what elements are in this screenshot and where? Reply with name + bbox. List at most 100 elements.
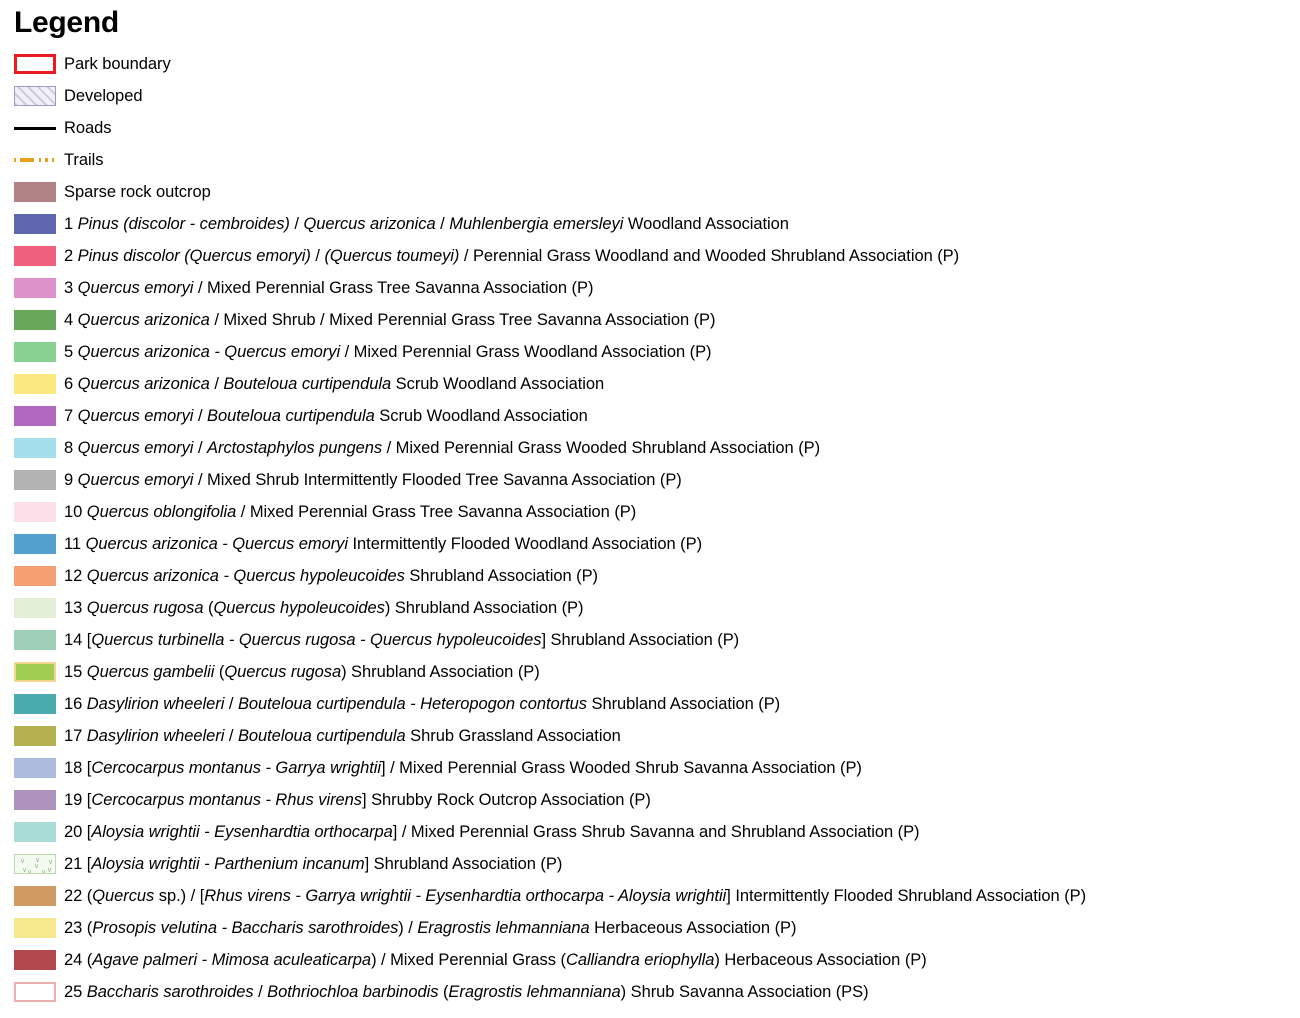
park-boundary-swatch	[14, 54, 56, 74]
legend-entry[interactable]: 22 (Quercus sp.) / [Rhus virens - Garrya…	[0, 880, 1300, 912]
legend-entry-label: Sparse rock outcrop	[64, 183, 211, 201]
developed-swatch	[14, 86, 56, 106]
legend-entry[interactable]: 20 [Aloysia wrightii - Eysenhardtia orth…	[0, 816, 1300, 848]
legend-swatch-cell	[14, 592, 56, 624]
veg-class-12-swatch	[14, 566, 56, 586]
legend-swatch-cell	[14, 496, 56, 528]
legend-swatch-cell	[14, 688, 56, 720]
veg-class-14-swatch	[14, 630, 56, 650]
veg-class-15-swatch	[14, 662, 56, 682]
legend-swatch-cell	[14, 368, 56, 400]
legend-panel: Legend Park boundary Developed Roads Trails…	[0, 0, 1300, 1008]
legend-swatch-cell	[14, 880, 56, 912]
trails-line-swatch	[14, 150, 56, 170]
legend-entry-label: 12 Quercus arizonica - Quercus hypoleuco…	[64, 567, 598, 585]
legend-swatch-cell	[14, 176, 56, 208]
legend-entry-label: 23 (Prosopis velutina - Baccharis saroth…	[64, 919, 797, 937]
legend-swatch-cell	[14, 528, 56, 560]
legend-entry-label: Roads	[64, 119, 112, 137]
legend-swatch-cell: ∨ ∨ ∨ ∨ ∨ ∨ ∨ ∨	[14, 848, 56, 880]
legend-swatch-cell	[14, 304, 56, 336]
legend-entry-label: 16 Dasylirion wheeleri / Bouteloua curti…	[64, 695, 781, 713]
legend-entry[interactable]: 12 Quercus arizonica - Quercus hypoleuco…	[0, 560, 1300, 592]
legend-entry-label: 10 Quercus oblongifolia / Mixed Perennia…	[64, 503, 637, 521]
legend-entry[interactable]: 3 Quercus emoryi / Mixed Perennial Grass…	[0, 272, 1300, 304]
legend-entry[interactable]: ∨ ∨ ∨ ∨ ∨ ∨ ∨ ∨ 21 [Aloysia wrightii - Partheniu…	[0, 848, 1300, 880]
legend-entry[interactable]: 14 [Quercus turbinella - Quercus rugosa …	[0, 624, 1300, 656]
pattern-mark-icon: ∨	[47, 866, 53, 874]
legend-entry[interactable]: 8 Quercus emoryi / Arctostaphylos pungen…	[0, 432, 1300, 464]
legend-entry[interactable]: 10 Quercus oblongifolia / Mixed Perennia…	[0, 496, 1300, 528]
legend-entry-label: 20 [Aloysia wrightii - Eysenhardtia orth…	[64, 823, 920, 841]
legend-entry-label: 15 Quercus gambelii (Quercus rugosa) Shr…	[64, 663, 540, 681]
legend-entry[interactable]: 25 Baccharis sarothroides / Bothriochloa…	[0, 976, 1300, 1008]
veg-class-17-swatch	[14, 726, 56, 746]
legend-entry-label: 25 Baccharis sarothroides / Bothriochloa…	[64, 983, 869, 1001]
legend-swatch-cell	[14, 432, 56, 464]
veg-class-25-swatch	[14, 982, 56, 1002]
legend-swatch-cell	[14, 240, 56, 272]
veg-class-5-swatch	[14, 342, 56, 362]
pattern-mark-icon: ∨	[34, 862, 40, 870]
veg-class-3-swatch	[14, 278, 56, 298]
legend-entry-label: 18 [Cercocarpus montanus - Garrya wright…	[64, 759, 862, 777]
legend-entry[interactable]: Park boundary	[0, 48, 1300, 80]
legend-entry[interactable]: 11 Quercus arizonica - Quercus emoryi In…	[0, 528, 1300, 560]
legend-entry-label: 22 (Quercus sp.) / [Rhus virens - Garrya…	[64, 887, 1087, 905]
legend-entry[interactable]: 6 Quercus arizonica / Bouteloua curtipen…	[0, 368, 1300, 400]
veg-class-21-swatch: ∨ ∨ ∨ ∨ ∨ ∨ ∨ ∨	[14, 854, 56, 874]
legend-entry-label: 11 Quercus arizonica - Quercus emoryi In…	[64, 535, 703, 553]
legend-swatch-cell	[14, 112, 56, 144]
veg-class-6-swatch	[14, 374, 56, 394]
legend-swatch-cell	[14, 400, 56, 432]
legend-entry[interactable]: 7 Quercus emoryi / Bouteloua curtipendul…	[0, 400, 1300, 432]
legend-entry-label: 8 Quercus emoryi / Arctostaphylos pungen…	[64, 439, 821, 457]
legend-entry[interactable]: 24 (Agave palmeri - Mimosa aculeaticarpa…	[0, 944, 1300, 976]
veg-class-16-swatch	[14, 694, 56, 714]
legend-entry[interactable]: 1 Pinus (discolor - cembroides) / Quercu…	[0, 208, 1300, 240]
legend-entry-label: 6 Quercus arizonica / Bouteloua curtipen…	[64, 375, 605, 393]
veg-class-2-swatch	[14, 246, 56, 266]
legend-entry[interactable]: 15 Quercus gambelii (Quercus rugosa) Shr…	[0, 656, 1300, 688]
legend-swatch-cell	[14, 560, 56, 592]
legend-entry[interactable]: 13 Quercus rugosa (Quercus hypoleucoides…	[0, 592, 1300, 624]
legend-entry[interactable]: Developed	[0, 80, 1300, 112]
legend-entry[interactable]: Trails	[0, 144, 1300, 176]
legend-entry[interactable]: 4 Quercus arizonica / Mixed Shrub / Mixe…	[0, 304, 1300, 336]
legend-swatch-cell	[14, 912, 56, 944]
veg-class-4-swatch	[14, 310, 56, 330]
legend-swatch-cell	[14, 976, 56, 1008]
veg-class-23-swatch	[14, 918, 56, 938]
legend-swatch-cell	[14, 336, 56, 368]
legend-swatch-cell	[14, 624, 56, 656]
legend-entry-label: 7 Quercus emoryi / Bouteloua curtipendul…	[64, 407, 588, 425]
legend-entry-label: 13 Quercus rugosa (Quercus hypoleucoides…	[64, 599, 584, 617]
legend-entry[interactable]: 23 (Prosopis velutina - Baccharis saroth…	[0, 912, 1300, 944]
veg-class-1-swatch	[14, 214, 56, 234]
legend-swatch-cell	[14, 944, 56, 976]
legend-entry-label: 19 [Cercocarpus montanus - Rhus virens] …	[64, 791, 651, 809]
legend-entry-list: Park boundary Developed Roads Trails Sparse …	[0, 48, 1300, 1008]
legend-entry-label: 14 [Quercus turbinella - Quercus rugosa …	[64, 631, 740, 649]
legend-entry[interactable]: Sparse rock outcrop	[0, 176, 1300, 208]
legend-swatch-cell	[14, 816, 56, 848]
veg-class-20-swatch	[14, 822, 56, 842]
veg-class-8-swatch	[14, 438, 56, 458]
legend-entry-label: Park boundary	[64, 55, 171, 73]
legend-entry-label: Developed	[64, 87, 143, 105]
legend-title: Legend	[14, 6, 119, 39]
legend-swatch-cell	[14, 752, 56, 784]
legend-entry[interactable]: 16 Dasylirion wheeleri / Bouteloua curti…	[0, 688, 1300, 720]
legend-swatch-cell	[14, 656, 56, 688]
legend-entry[interactable]: 2 Pinus discolor (Quercus emoryi) / (Que…	[0, 240, 1300, 272]
legend-entry[interactable]: 17 Dasylirion wheeleri / Bouteloua curti…	[0, 720, 1300, 752]
legend-entry[interactable]: 19 [Cercocarpus montanus - Rhus virens] …	[0, 784, 1300, 816]
veg-class-13-swatch	[14, 598, 56, 618]
legend-entry-label: 2 Pinus discolor (Quercus emoryi) / (Que…	[64, 247, 960, 265]
pattern-mark-icon: ∨	[27, 868, 33, 874]
legend-entry[interactable]: 9 Quercus emoryi / Mixed Shrub Intermitt…	[0, 464, 1300, 496]
legend-swatch-cell	[14, 80, 56, 112]
legend-entry[interactable]: 18 [Cercocarpus montanus - Garrya wright…	[0, 752, 1300, 784]
legend-entry[interactable]: 5 Quercus arizonica - Quercus emoryi / M…	[0, 336, 1300, 368]
legend-entry[interactable]: Roads	[0, 112, 1300, 144]
